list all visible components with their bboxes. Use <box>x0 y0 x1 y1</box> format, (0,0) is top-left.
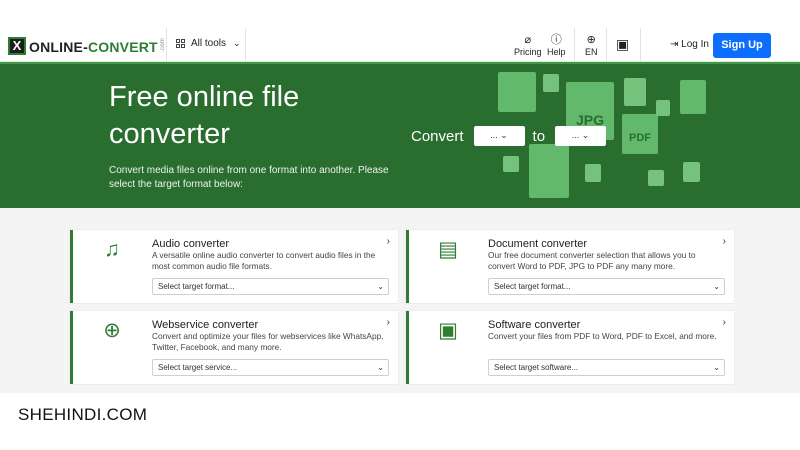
audio-format-select[interactable]: Select target format... ⌄ <box>152 278 389 295</box>
software-select[interactable]: Select target software... ⌄ <box>488 359 725 376</box>
audio-converter-card[interactable]: ♫ Audio converter › A versatile online a… <box>70 230 398 303</box>
chart-file-icon <box>680 80 706 114</box>
webservice-converter-card[interactable]: ⊕ Webservice converter › Convert and opt… <box>70 311 398 384</box>
chevron-right-icon[interactable]: › <box>723 317 726 328</box>
document-format-select[interactable]: Select target format... ⌄ <box>488 278 725 295</box>
chevron-down-icon: ⌄ <box>713 363 720 372</box>
language-selector[interactable]: ⊕ EN <box>585 34 598 57</box>
pdf-file-icon: PDF <box>622 114 658 154</box>
convert-label: Convert <box>411 127 464 145</box>
chevron-right-icon[interactable]: › <box>387 317 390 328</box>
divider <box>606 28 607 62</box>
chevron-down-icon: ⌄ <box>377 282 384 291</box>
globe-icon: ⊕ <box>586 34 596 46</box>
file-icon <box>543 74 559 92</box>
card-title: Audio converter <box>152 238 230 250</box>
login-label: Log In <box>681 39 709 50</box>
chart-file-icon <box>529 144 569 198</box>
envelope-icon <box>498 72 536 112</box>
chevron-right-icon[interactable]: › <box>723 236 726 247</box>
hero-banner: Free online file converter Convert media… <box>0 62 800 208</box>
chevron-right-icon[interactable]: › <box>387 236 390 247</box>
file-icon <box>585 164 601 182</box>
to-label: to <box>532 127 546 145</box>
pricing-label: Pricing <box>514 47 542 57</box>
all-tools-label: All tools <box>191 38 227 49</box>
chevron-down-icon: ⌄ <box>233 38 241 48</box>
image-file-icon <box>624 78 646 106</box>
card-title: Document converter <box>488 238 588 250</box>
card-description: Convert your files from PDF to Word, PDF… <box>488 331 717 341</box>
from-format-select[interactable]: ... ⌄ <box>473 126 525 146</box>
divider <box>245 28 246 62</box>
divider <box>574 28 575 62</box>
chevron-down-icon: ⌄ <box>581 130 590 140</box>
divider <box>166 28 167 62</box>
history-button[interactable]: ▣ <box>616 36 630 52</box>
calendar-clock-icon: ▣ <box>616 36 630 52</box>
to-format-select[interactable]: ... ⌄ <box>555 126 607 146</box>
card-description: Convert and optimize your files for webs… <box>152 331 384 352</box>
monitor-icon: ▣ <box>438 319 458 342</box>
file-icon <box>648 170 664 186</box>
grid-icon <box>176 39 185 48</box>
document-converter-card[interactable]: ▤ Document converter › Our free document… <box>406 230 734 303</box>
chevron-down-icon: ⌄ <box>500 130 508 140</box>
login-link[interactable]: ⇥ Log In <box>670 39 709 50</box>
file-icon <box>656 100 670 116</box>
card-title: Software converter <box>488 319 581 331</box>
language-label: EN <box>585 47 598 57</box>
font-file-icon <box>683 162 700 182</box>
globe-icon: ⊕ <box>103 319 121 342</box>
tag-icon: ⌀ <box>524 34 532 46</box>
site-logo[interactable]: X ONLINE-CONVERT .com <box>8 36 166 56</box>
logo-text: ONLINE-CONVERT .com <box>29 37 166 55</box>
login-icon: ⇥ <box>670 39 679 50</box>
webservice-select[interactable]: Select target service... ⌄ <box>152 359 389 376</box>
signup-button[interactable]: Sign Up <box>713 33 771 58</box>
hero-subtitle: Convert media files online from one form… <box>109 165 389 190</box>
hero-title: Free online file converter <box>109 81 300 150</box>
document-icon: ▤ <box>438 238 458 261</box>
help-label: Help <box>547 47 566 57</box>
card-description: A versatile online audio converter to co… <box>152 250 376 271</box>
chevron-down-icon: ⌄ <box>377 363 384 372</box>
music-note-icon: ♫ <box>104 238 120 261</box>
all-tools-menu[interactable]: All tools ⌄ <box>176 38 241 49</box>
quick-convert: Convert ... ⌄ to ... ⌄ <box>411 126 614 146</box>
converter-grid: ♫ Audio converter › A versatile online a… <box>0 208 800 393</box>
card-description: Our free document converter selection th… <box>488 250 696 271</box>
site-header: X ONLINE-CONVERT .com All tools ⌄ ⌀ Prici… <box>0 0 800 62</box>
file-icon <box>503 156 519 172</box>
pricing-link[interactable]: ⌀ Pricing <box>514 34 542 57</box>
help-circle-icon: ⓘ <box>550 34 562 46</box>
logo-mark: X <box>8 37 26 55</box>
help-link[interactable]: ⓘ Help <box>547 34 566 57</box>
divider <box>640 28 641 62</box>
software-converter-card[interactable]: ▣ Software converter › Convert your file… <box>406 311 734 384</box>
chevron-down-icon: ⌄ <box>713 282 720 291</box>
watermark-text: SHEHINDI.COM <box>18 405 148 424</box>
card-title: Webservice converter <box>152 319 259 331</box>
